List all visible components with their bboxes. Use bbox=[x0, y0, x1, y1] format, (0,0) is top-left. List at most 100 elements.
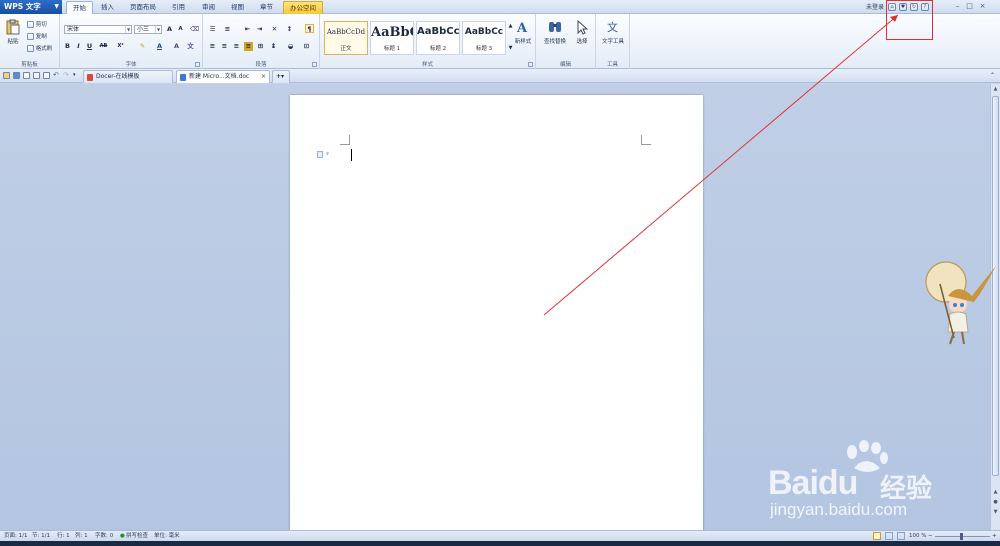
app-menu-button[interactable]: WPS 文字 ▼ bbox=[0, 0, 62, 14]
grow-font-button[interactable]: A bbox=[165, 25, 174, 34]
zoom-out-icon[interactable]: − bbox=[928, 531, 933, 541]
open-icon[interactable] bbox=[3, 72, 10, 79]
styles-more-icon[interactable]: ▼ bbox=[506, 44, 515, 53]
zoom-in-icon[interactable]: + bbox=[992, 531, 997, 541]
tab-view[interactable]: 视图 bbox=[225, 1, 250, 14]
close-icon[interactable]: × bbox=[977, 1, 988, 11]
style-heading-1[interactable]: AaBbC 标题 1 bbox=[370, 21, 414, 55]
line-spacing-icon[interactable]: ↨ bbox=[269, 42, 278, 51]
assistant-mascot[interactable] bbox=[920, 258, 1000, 348]
login-status[interactable]: 未登录 bbox=[866, 2, 884, 11]
styles-dialog-launcher[interactable] bbox=[528, 62, 533, 67]
style-sample: AaBbCc bbox=[417, 26, 459, 37]
decrease-indent-icon[interactable]: ⇤ bbox=[243, 25, 252, 34]
scroll-up-icon[interactable]: ▲ bbox=[992, 86, 999, 92]
paste-button[interactable]: 粘贴 bbox=[2, 19, 24, 45]
borders-icon[interactable]: ⊡ bbox=[302, 42, 311, 51]
print-preview-icon[interactable] bbox=[33, 72, 40, 79]
text-tools-button[interactable]: 文 文字工具 bbox=[598, 19, 628, 45]
font-color-icon[interactable]: A bbox=[155, 42, 164, 51]
superscript-button[interactable]: X² bbox=[116, 42, 125, 51]
status-zoom[interactable]: 100 % bbox=[909, 531, 926, 541]
shrink-font-button[interactable]: A bbox=[176, 25, 185, 34]
tab-references[interactable]: 引用 bbox=[166, 1, 191, 14]
redo-icon[interactable]: ↷ bbox=[63, 72, 70, 79]
status-unit[interactable]: 单位: 毫米 bbox=[154, 531, 180, 541]
close-tab-icon[interactable]: × bbox=[261, 71, 266, 83]
prev-page-icon[interactable]: ▲ bbox=[992, 489, 999, 495]
margin-corner-top-left bbox=[340, 135, 350, 145]
phonetic-icon[interactable]: 文 bbox=[186, 42, 195, 51]
status-line[interactable]: 行: 1 bbox=[57, 531, 70, 541]
sort-icon[interactable]: ↕ bbox=[285, 25, 294, 34]
font-size-select[interactable]: 小三 ▼ bbox=[134, 25, 162, 34]
tab-docer-templates[interactable]: Docer-在线模板 bbox=[83, 70, 173, 83]
print-icon[interactable] bbox=[23, 72, 30, 79]
strikethrough-button[interactable]: AB bbox=[99, 42, 108, 51]
find-replace-button[interactable]: 查找替换 bbox=[540, 19, 570, 45]
web-view-icon[interactable] bbox=[897, 532, 905, 540]
paragraph-layout-icon[interactable] bbox=[317, 151, 323, 158]
style-heading-3[interactable]: AaBbCc 标题 3 bbox=[462, 21, 506, 55]
tab-chapter[interactable]: 章节 bbox=[254, 1, 279, 14]
select-button[interactable]: 选择 bbox=[570, 19, 594, 45]
format-painter-button[interactable]: 格式刷 bbox=[27, 44, 52, 52]
new-tab-button[interactable]: +▾ bbox=[272, 70, 290, 83]
text-cursor bbox=[351, 149, 352, 161]
chevron-down-icon: ▼ bbox=[125, 26, 131, 33]
tab-new-document[interactable]: 新建 Micro...文档.doc × bbox=[176, 70, 270, 83]
mascot-illustration bbox=[925, 261, 996, 345]
copy-button[interactable]: 复制 bbox=[27, 32, 47, 40]
font-name-select[interactable]: 宋体 ▼ bbox=[64, 25, 132, 34]
status-column[interactable]: 列: 1 bbox=[75, 531, 88, 541]
zoom-slider-knob[interactable] bbox=[960, 533, 963, 540]
style-sample: AaBbCcDd bbox=[326, 28, 366, 36]
show-marks-icon[interactable]: ¶ bbox=[305, 24, 314, 33]
outline-view-icon[interactable] bbox=[885, 532, 893, 540]
numbering-icon[interactable]: ≡ bbox=[223, 25, 232, 34]
customize-qa-icon[interactable]: ▾ bbox=[73, 72, 80, 79]
style-heading-2[interactable]: AaBbCc 标题 2 bbox=[416, 21, 460, 55]
new-style-button[interactable]: A 新样式 bbox=[510, 19, 536, 45]
bullets-icon[interactable]: ☰ bbox=[208, 25, 217, 34]
status-spell-check[interactable]: 拼写检查 bbox=[126, 531, 148, 541]
tab-insert[interactable]: 插入 bbox=[95, 1, 120, 14]
chinese-layout-icon[interactable]: ✕ bbox=[270, 25, 279, 34]
bold-button[interactable]: B bbox=[63, 42, 72, 51]
restore-icon[interactable]: □ bbox=[964, 1, 975, 11]
align-center-icon[interactable]: ≡ bbox=[220, 42, 229, 51]
tab-review[interactable]: 审阅 bbox=[196, 1, 221, 14]
style-sample: AaBbCc bbox=[464, 27, 504, 37]
paragraph-dialog-launcher[interactable] bbox=[312, 62, 317, 67]
style-normal[interactable]: AaBbCcDd 正文 bbox=[324, 21, 368, 55]
save-icon[interactable] bbox=[13, 72, 20, 79]
align-left-icon[interactable]: ≡ bbox=[208, 42, 217, 51]
ribbon-collapse-icon[interactable]: ⌃ bbox=[990, 72, 997, 79]
increase-indent-icon[interactable]: ⇥ bbox=[255, 25, 264, 34]
font-dialog-launcher[interactable] bbox=[195, 62, 200, 67]
minimize-icon[interactable]: – bbox=[952, 1, 963, 11]
italic-button[interactable]: I bbox=[74, 42, 83, 51]
cut-button[interactable]: 剪切 bbox=[27, 20, 47, 28]
undo-icon[interactable]: ↶ bbox=[53, 72, 60, 79]
justify-icon[interactable]: ≡ bbox=[244, 42, 253, 51]
tab-home[interactable]: 开始 bbox=[66, 1, 93, 14]
styles-label: 样式 bbox=[421, 62, 433, 68]
page-view-icon[interactable] bbox=[873, 532, 881, 540]
select-browse-icon[interactable]: ● bbox=[992, 499, 999, 505]
highlight-icon[interactable]: ✎ bbox=[138, 42, 147, 51]
status-page[interactable]: 页面: 1/1 bbox=[4, 531, 27, 541]
clear-format-button[interactable]: ⌫ bbox=[190, 25, 199, 34]
underline-button[interactable]: U bbox=[85, 42, 94, 51]
shading-icon[interactable]: ◒ bbox=[286, 42, 295, 51]
distributed-icon[interactable]: ⊞ bbox=[256, 42, 265, 51]
document-page[interactable]: ▼ bbox=[290, 95, 703, 535]
align-right-icon[interactable]: ≡ bbox=[232, 42, 241, 51]
status-word-count[interactable]: 字数: 0 bbox=[95, 531, 113, 541]
tab-page-layout[interactable]: 页面布局 bbox=[124, 1, 162, 14]
next-page-icon[interactable]: ▼ bbox=[992, 509, 999, 515]
char-shading-icon[interactable]: A bbox=[172, 42, 181, 51]
tab-office-space[interactable]: 办公空间 bbox=[283, 1, 323, 14]
spellcheck-icon[interactable] bbox=[43, 72, 50, 79]
status-section[interactable]: 节: 1/1 bbox=[32, 531, 50, 541]
